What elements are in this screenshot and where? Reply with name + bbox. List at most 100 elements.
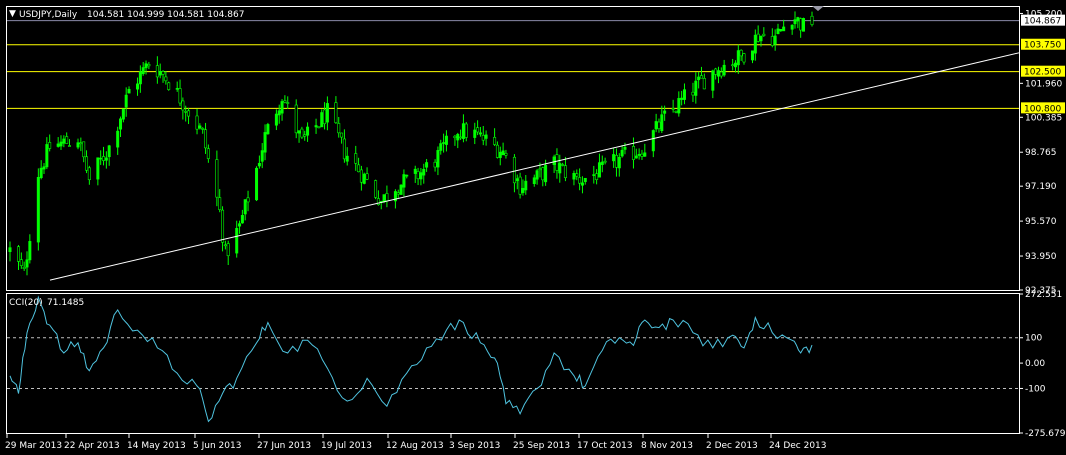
support-trendline[interactable] [49, 52, 1020, 281]
price-tick-label: 101.960 [1025, 79, 1062, 89]
candle [699, 66, 703, 79]
candle [776, 23, 780, 35]
candle [167, 81, 171, 91]
candle [102, 146, 106, 166]
candle [575, 169, 579, 181]
candle [396, 189, 400, 198]
candle [631, 137, 635, 169]
candle [634, 148, 638, 159]
candle [314, 118, 318, 134]
indicator-header: CCI(20) 71.1485 [9, 298, 84, 308]
candle [464, 121, 468, 142]
candle [643, 143, 647, 157]
candle [385, 185, 389, 208]
candle [374, 179, 378, 200]
candle [524, 175, 528, 195]
candle [164, 71, 168, 85]
candle [286, 96, 290, 110]
candle [439, 139, 443, 155]
cci-tick-label: -275.6793 [1025, 429, 1066, 439]
price-tick-label: 100.385 [1025, 113, 1062, 123]
chart-canvas[interactable]: 105.200101.960100.38598.76597.19095.5709… [0, 0, 1066, 455]
candle [495, 141, 499, 159]
time-tick-label: 14 May 2013 [127, 441, 186, 451]
candle [478, 126, 482, 137]
current-price-label: 104.867 [1024, 17, 1061, 27]
candle [260, 143, 264, 169]
candle [782, 19, 786, 32]
candle [580, 176, 584, 194]
price-axis: 105.200101.960100.38598.76597.19095.5709… [1019, 9, 1062, 296]
candle [722, 59, 726, 77]
candle [36, 168, 40, 251]
cci-panel-frame [6, 293, 1020, 434]
candle [240, 209, 244, 224]
candle [416, 167, 420, 186]
candle [612, 147, 616, 168]
candle [204, 122, 208, 154]
candle [297, 130, 301, 143]
candle [484, 130, 488, 146]
candle [651, 129, 655, 158]
candle [459, 129, 463, 140]
candle [306, 122, 310, 142]
candle [578, 168, 582, 191]
candle [238, 220, 242, 234]
candle [68, 139, 72, 147]
candle [181, 97, 185, 120]
candle [215, 150, 219, 207]
candle [99, 150, 103, 165]
candlestick-series [8, 11, 814, 276]
candle [512, 154, 516, 193]
candle [762, 27, 766, 37]
time-tick-label: 5 Jun 2013 [193, 441, 241, 451]
time-tick-label: 12 Aug 2013 [386, 441, 444, 451]
horizontal-levels: 104.867 103.750 102.500 100.800 [7, 14, 1065, 114]
cci-tick-label: -100 [1025, 384, 1046, 394]
ohlc-label: 104.581 104.999 104.581 104.867 [87, 10, 244, 20]
time-axis: 29 Mar 2013 22 Apr 2013 14 May 2013 5 Jun 2… [5, 433, 827, 451]
candle [280, 99, 284, 121]
candle [750, 50, 754, 64]
candle [124, 87, 128, 117]
candle [617, 153, 621, 177]
candle [532, 174, 536, 187]
candle [493, 128, 497, 147]
candle [337, 116, 341, 138]
candle [221, 206, 225, 252]
candle [674, 110, 678, 114]
candle [334, 96, 338, 124]
candle [541, 166, 545, 187]
candle [79, 137, 83, 152]
candle [640, 149, 644, 161]
candle [59, 135, 63, 150]
candle [255, 166, 259, 202]
candle [597, 153, 601, 178]
chart-menu-icon[interactable]: ▼ [9, 9, 16, 19]
candle [716, 66, 720, 84]
candle [623, 142, 627, 155]
candle [436, 146, 440, 176]
candle [178, 79, 182, 107]
price-tick-label: 98.765 [1025, 148, 1057, 158]
candle [56, 137, 60, 148]
candle [266, 122, 270, 135]
candle [96, 157, 100, 186]
candle [691, 82, 695, 102]
candle [779, 29, 783, 32]
candle [682, 83, 686, 105]
trendline-layer[interactable] [49, 52, 1020, 281]
candle [461, 114, 465, 143]
chart-shift-marker-icon[interactable] [812, 6, 824, 11]
candle [572, 170, 576, 186]
candle [654, 113, 658, 133]
trading-chart-window[interactable]: 105.200 101.960 100.385 98.765 97.190 95.570 9… [0, 0, 1066, 455]
candle [274, 109, 278, 131]
candle [283, 95, 287, 104]
candle [62, 135, 66, 148]
candle [515, 174, 519, 190]
candle [481, 125, 485, 146]
candle [320, 109, 324, 128]
candle [161, 70, 165, 83]
candle [719, 67, 723, 79]
